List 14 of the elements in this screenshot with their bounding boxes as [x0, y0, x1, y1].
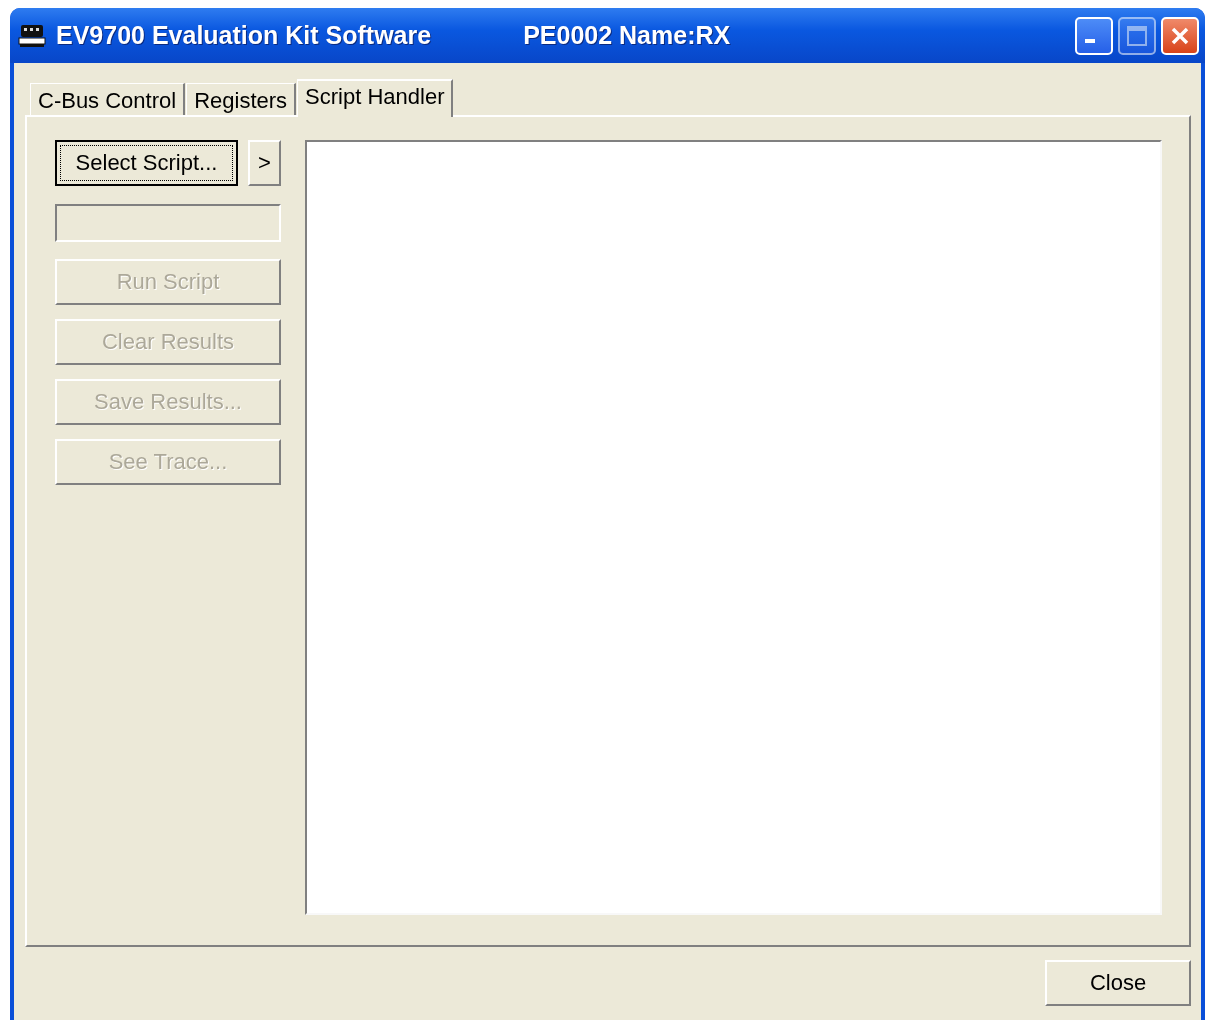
close-dialog-button[interactable]: Close — [1045, 960, 1191, 1006]
tab[interactable]: C-Bus Control — [30, 83, 186, 115]
close-icon — [1170, 25, 1190, 46]
device-name: PE0002 Name:RX — [523, 21, 731, 50]
select-script-button[interactable]: Select Script... — [55, 140, 238, 186]
window-title: EV9700 Evaluation Kit Software — [56, 21, 432, 50]
tab[interactable]: Script Handler — [297, 79, 454, 117]
app-icon — [18, 23, 46, 48]
tab[interactable]: Registers — [186, 83, 297, 115]
maximize-icon — [1127, 25, 1147, 46]
close-button[interactable] — [1161, 16, 1199, 55]
minimize-button[interactable] — [1075, 16, 1113, 55]
next-button[interactable]: > — [248, 140, 281, 186]
minimize-icon — [1085, 38, 1095, 43]
